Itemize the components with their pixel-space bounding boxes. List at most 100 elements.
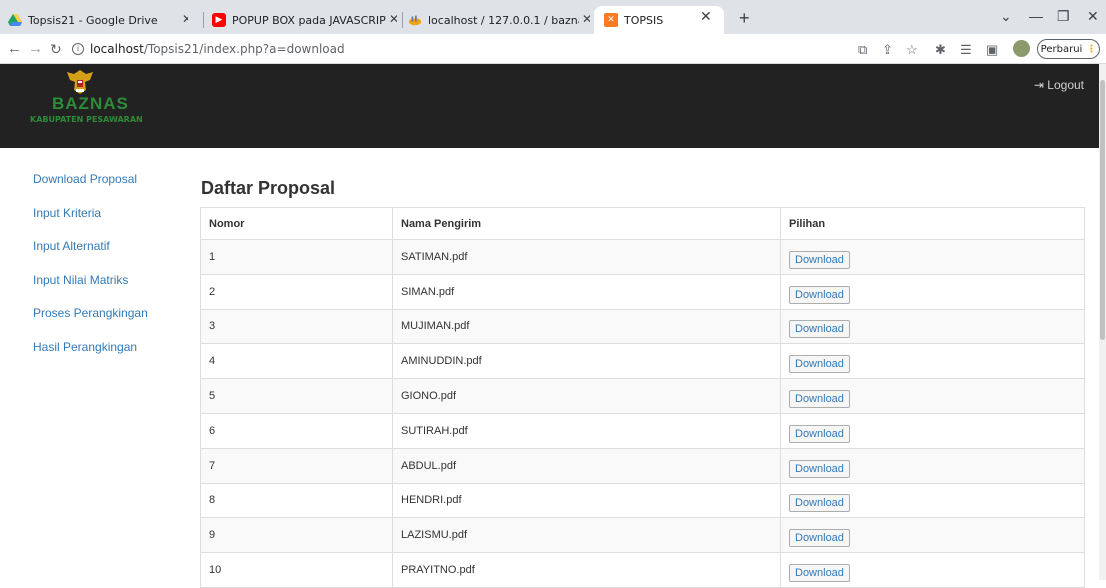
row-number: 6	[200, 412, 393, 449]
logout-label: Logout	[1047, 78, 1084, 92]
sender-file-name: SUTIRAH.pdf	[392, 412, 781, 449]
page-title: Daftar Proposal	[201, 178, 336, 198]
close-tab-icon[interactable]: ✕	[700, 8, 712, 25]
row-actions: Download	[780, 239, 1085, 275]
row-number: 3	[200, 308, 393, 345]
close-tab-icon[interactable]: ✕	[182, 12, 188, 26]
sender-file-name: GIONO.pdf	[392, 378, 781, 414]
row-actions: Download	[780, 482, 1085, 519]
sidebar-item-input-alternatif[interactable]: Input Alternatif	[33, 239, 148, 273]
download-button[interactable]: Download	[789, 494, 850, 513]
download-button[interactable]: Download	[789, 390, 850, 409]
sender-file-name: PRAYITNO.pdf	[392, 552, 781, 588]
download-button[interactable]: Download	[789, 564, 850, 583]
restore-button[interactable]: ❐	[1057, 8, 1070, 25]
download-button[interactable]: Download	[789, 424, 850, 443]
tab-title: TOPSIS	[624, 13, 664, 27]
row-number: 9	[200, 517, 393, 554]
sidebar-item-hasil-perangkingan[interactable]: Hasil Perangkingan	[33, 340, 148, 374]
baznas-logo[interactable]: BAZNAS KABUPATEN PESAWARAN	[28, 64, 158, 148]
sidebar-item-proses-perangkingan[interactable]: Proses Perangkingan	[33, 306, 148, 340]
phpmyadmin-icon	[408, 13, 422, 27]
table-row: 1 SATIMAN.pdf Download	[200, 239, 1085, 275]
row-actions: Download	[780, 412, 1085, 449]
app-header: BAZNAS KABUPATEN PESAWARAN ⇥ Logout	[0, 64, 1099, 148]
row-actions: Download	[780, 447, 1085, 484]
extensions-icon[interactable]: ✱	[935, 42, 946, 58]
column-header-nomor: Nomor	[200, 207, 393, 240]
row-number: 7	[200, 447, 393, 484]
tab-divider	[402, 12, 403, 28]
download-button[interactable]: Download	[789, 250, 850, 269]
minimize-button[interactable]: —	[1029, 8, 1043, 24]
row-actions: Download	[780, 378, 1085, 414]
row-actions: Download	[780, 308, 1085, 345]
tab-phpmyadmin[interactable]: localhost / 127.0.0.1 / baznas_pe ✕	[408, 6, 590, 34]
logout-icon: ⇥	[1033, 78, 1044, 92]
update-button[interactable]: Perbarui ⋮	[1037, 39, 1100, 59]
bookmark-star-icon[interactable]: ☆	[906, 42, 918, 58]
xampp-icon: ✕	[604, 13, 618, 27]
side-panel-icon[interactable]: ▣	[986, 42, 998, 58]
reload-button[interactable]: ↻	[50, 41, 62, 58]
download-button[interactable]: Download	[789, 320, 850, 339]
close-tab-icon[interactable]: ✕	[385, 12, 397, 26]
row-actions: Download	[780, 517, 1085, 554]
download-button[interactable]: Download	[789, 355, 850, 374]
garuda-emblem-icon	[67, 70, 93, 94]
sender-file-name: SATIMAN.pdf	[392, 239, 781, 275]
row-actions: Download	[780, 273, 1085, 310]
column-header-nama-pengirim: Nama Pengirim	[392, 207, 781, 240]
table-row: 7 ABDUL.pdf Download	[200, 447, 1085, 484]
row-number: 8	[200, 482, 393, 519]
info-icon[interactable]: i	[72, 43, 84, 55]
sidebar: Download Proposal Input Kriteria Input A…	[33, 172, 148, 374]
table-row: 9 LAZISMU.pdf Download	[200, 517, 1085, 554]
url-field[interactable]: localhost/Topsis21/index.php?a=download	[90, 42, 345, 56]
table-header-row: Nomor Nama Pengirim Pilihan	[200, 207, 1085, 240]
sender-file-name: LAZISMU.pdf	[392, 517, 781, 554]
tab-divider	[203, 12, 204, 28]
back-button[interactable]: ←	[7, 40, 22, 57]
share-icon[interactable]: ⇪	[882, 42, 893, 58]
tab-google-drive[interactable]: Topsis21 - Google Drive ✕	[8, 6, 188, 34]
tab-title: localhost / 127.0.0.1 / baznas_pe	[428, 13, 590, 27]
table-row: 2 SIMAN.pdf Download	[200, 273, 1085, 310]
logout-link[interactable]: ⇥ Logout	[1034, 78, 1084, 92]
more-icon: ⋮	[1086, 43, 1097, 55]
sender-file-name: MUJIMAN.pdf	[392, 308, 781, 345]
sender-file-name: ABDUL.pdf	[392, 447, 781, 484]
table-row: 6 SUTIRAH.pdf Download	[200, 412, 1085, 449]
proposal-table: Nomor Nama Pengirim Pilihan 1 SATIMAN.pdf…	[200, 207, 1085, 588]
tab-search-chevron-icon[interactable]: ⌄	[1000, 8, 1012, 25]
scrollbar-thumb[interactable]	[1100, 80, 1105, 340]
sidebar-item-input-nilai-matriks[interactable]: Input Nilai Matriks	[33, 273, 148, 307]
close-tab-icon[interactable]: ✕	[578, 12, 590, 26]
profile-avatar[interactable]	[1013, 40, 1030, 57]
row-actions: Download	[780, 552, 1085, 588]
forward-button[interactable]: →	[28, 40, 43, 57]
translate-icon[interactable]: ⧉	[858, 42, 867, 58]
row-number: 4	[200, 343, 393, 380]
row-number: 10	[200, 552, 393, 588]
update-label: Perbarui	[1040, 43, 1083, 55]
reading-list-icon[interactable]: ☰	[960, 42, 972, 58]
row-number: 2	[200, 273, 393, 310]
table-row: 3 MUJIMAN.pdf Download	[200, 308, 1085, 345]
close-window-button[interactable]: ✕	[1087, 8, 1099, 25]
url-host: localhost	[90, 42, 144, 56]
download-button[interactable]: Download	[789, 459, 850, 478]
row-number: 5	[200, 378, 393, 414]
download-button[interactable]: Download	[789, 529, 850, 548]
address-bar: ← → ↻ i localhost/Topsis21/index.php?a=d…	[0, 34, 1106, 64]
url-path: /Topsis21/index.php?a=download	[143, 42, 345, 56]
table-row: 8 HENDRI.pdf Download	[200, 482, 1085, 519]
tab-popup-box[interactable]: ▶ POPUP BOX pada JAVASCRIPT - ✕	[212, 6, 397, 34]
sidebar-item-download-proposal[interactable]: Download Proposal	[33, 172, 148, 206]
brand-name: BAZNAS	[52, 94, 129, 113]
download-button[interactable]: Download	[789, 285, 850, 304]
sender-file-name: HENDRI.pdf	[392, 482, 781, 519]
new-tab-button[interactable]: +	[739, 9, 750, 27]
sidebar-item-input-kriteria[interactable]: Input Kriteria	[33, 206, 148, 240]
table-row: 10 PRAYITNO.pdf Download	[200, 552, 1085, 588]
